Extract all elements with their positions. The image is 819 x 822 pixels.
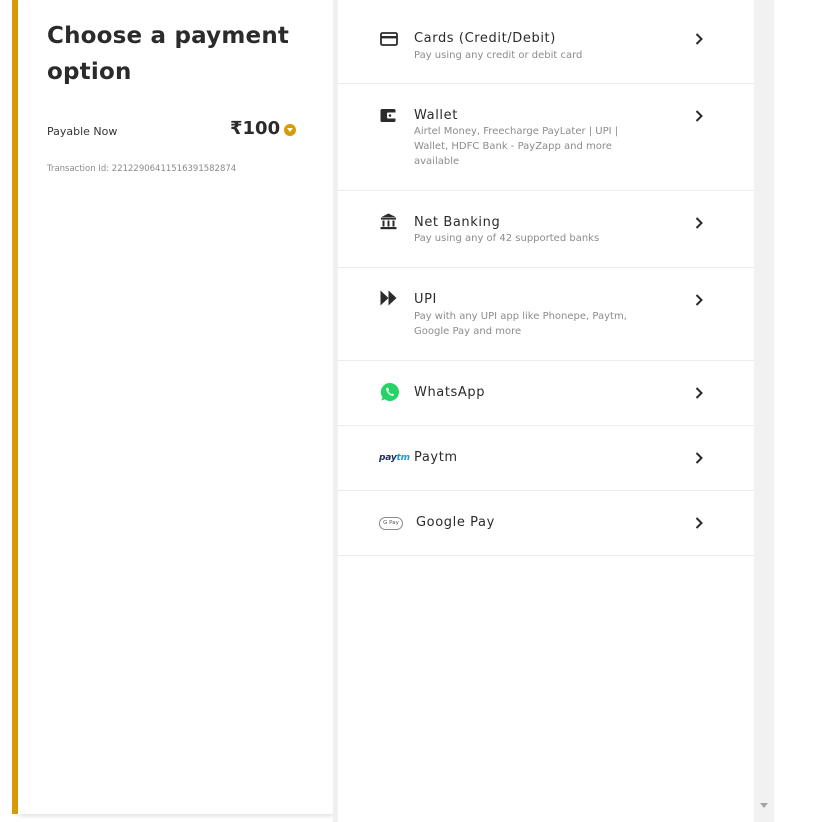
payment-page: Choose a payment option Payable Now ₹100… xyxy=(0,0,819,822)
chevron-right-icon xyxy=(695,294,703,306)
payment-options-list: Cards (Credit/Debit) Pay using any credi… xyxy=(338,0,754,556)
option-subtitle: Pay using any credit or debit card xyxy=(414,50,583,61)
upi-icon xyxy=(380,288,400,308)
option-subtitle: Pay using any of 42 supported banks xyxy=(414,233,600,244)
payment-option-wallet[interactable]: Wallet Airtel Money, Freecharge PayLater… xyxy=(338,84,754,191)
payment-option-upi[interactable]: UPI Pay with any UPI app like Phonepe, P… xyxy=(338,268,754,361)
payment-option-google-pay[interactable]: G Pay Google Pay xyxy=(338,491,754,556)
option-title: WhatsApp xyxy=(414,385,486,400)
google-pay-logo-icon: G Pay xyxy=(379,513,405,533)
payment-option-cards[interactable]: Cards (Credit/Debit) Pay using any credi… xyxy=(338,0,754,84)
option-title: Google Pay xyxy=(416,515,495,530)
paytm-logo-text-pay: pay xyxy=(379,453,397,463)
payment-option-net-banking[interactable]: Net Banking Pay using any of 42 supporte… xyxy=(338,191,754,268)
wallet-icon xyxy=(380,105,400,125)
chevron-right-icon xyxy=(695,387,703,399)
credit-card-icon xyxy=(380,29,400,49)
chevron-right-icon xyxy=(695,517,703,529)
chevron-right-icon xyxy=(695,33,703,45)
payable-now-label: Payable Now xyxy=(47,125,118,138)
paytm-logo-text-tm: tm xyxy=(396,453,410,463)
option-title: Paytm xyxy=(414,450,458,465)
payable-amount: ₹100 xyxy=(230,118,281,139)
chevron-right-icon xyxy=(695,452,703,464)
option-title: Wallet xyxy=(414,108,458,123)
chevron-right-icon xyxy=(695,217,703,229)
payment-option-whatsapp[interactable]: WhatsApp xyxy=(338,361,754,426)
scroll-down-arrow-icon[interactable] xyxy=(760,803,768,808)
amount-details-toggle-icon[interactable] xyxy=(284,124,296,136)
payment-options-panel: Cards (Credit/Debit) Pay using any credi… xyxy=(338,0,754,814)
payment-summary-panel: Choose a payment option Payable Now ₹100… xyxy=(18,0,351,814)
bank-icon xyxy=(380,211,400,231)
option-title: Cards (Credit/Debit) xyxy=(414,31,556,46)
right-scrollbar[interactable] xyxy=(754,0,774,822)
whatsapp-icon xyxy=(380,382,400,402)
google-pay-logo-text: G Pay xyxy=(379,516,403,530)
chevron-right-icon xyxy=(695,110,703,122)
option-subtitle: Pay with any UPI app like Phonepe, Paytm… xyxy=(414,311,627,337)
option-title: UPI xyxy=(414,292,437,307)
option-title: Net Banking xyxy=(414,215,501,230)
transaction-id: Transaction Id: 22122906411516391582874 xyxy=(47,164,237,174)
paytm-logo-icon: pay tm xyxy=(379,448,410,468)
page-title: Choose a payment option xyxy=(47,23,290,85)
payment-option-paytm[interactable]: pay tm Paytm xyxy=(338,426,754,491)
option-subtitle: Airtel Money, Freecharge PayLater | UPI … xyxy=(414,126,619,167)
